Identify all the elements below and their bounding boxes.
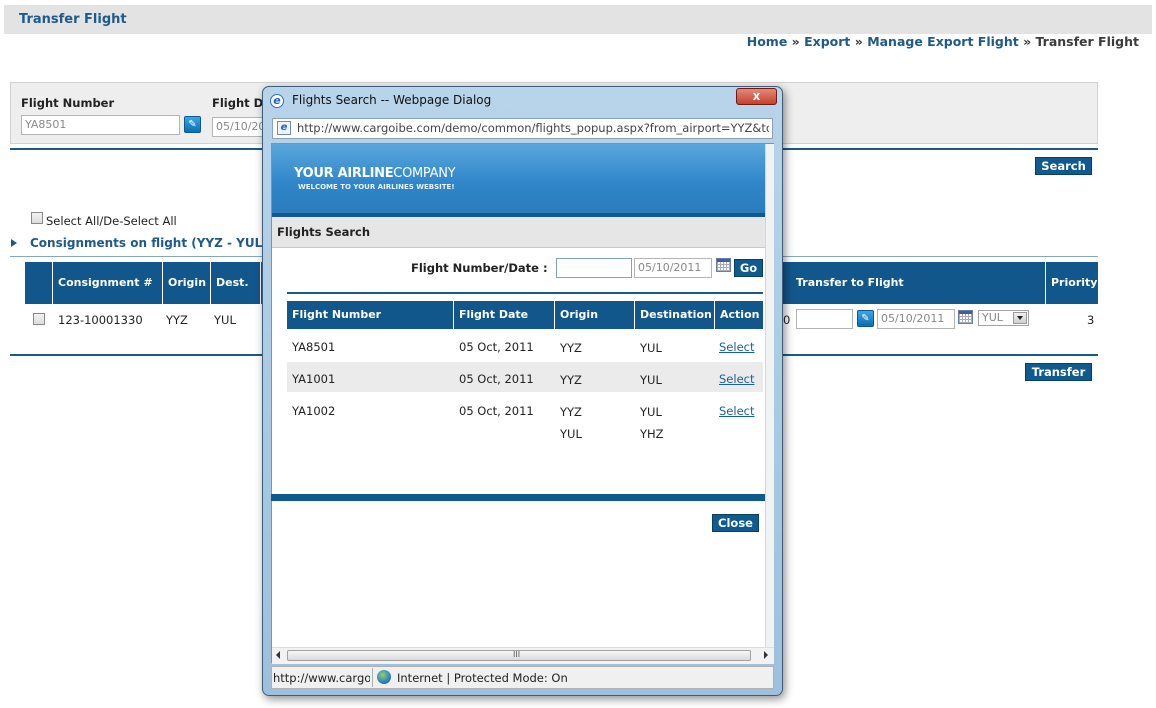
scroll-left-icon[interactable] <box>276 651 280 659</box>
scroll-right-icon[interactable] <box>764 651 768 659</box>
cell-origin: YYZ <box>560 373 582 387</box>
cell-origin: YYZ <box>560 341 582 355</box>
cell-destination: YUL <box>640 405 662 419</box>
close-button[interactable]: Close <box>712 514 759 532</box>
cell-destination: YUL <box>640 341 662 355</box>
flights-search-title: Flights Search <box>277 225 371 239</box>
table-row: YA1002 05 Oct, 2011 YYZ YUL YUL YHZ Sele… <box>287 394 763 446</box>
cell-dest: YUL <box>214 313 236 327</box>
header-transfer-to-flight: Transfer to Flight <box>791 262 1046 304</box>
cell-destination: YUL <box>640 373 662 387</box>
transfer-button[interactable]: Transfer <box>1025 363 1092 381</box>
go-button[interactable]: Go <box>734 259 763 277</box>
cell-flight: YA1001 <box>292 372 336 386</box>
page-title-bar <box>4 5 1152 34</box>
airline-name-thin: COMPANY <box>393 166 456 181</box>
breadcrumb: Home » Export » Manage Export Flight » T… <box>747 34 1139 49</box>
airline-name-bold: YOUR AIRLINE <box>294 166 394 181</box>
select-link[interactable]: Select <box>719 340 754 354</box>
breadcrumb-home-link[interactable]: Home <box>747 34 788 49</box>
cell-priority: 3 <box>1087 313 1095 327</box>
header-priority: Priority <box>1051 276 1098 289</box>
table-row: YA1001 05 Oct, 2011 YYZ YUL Select <box>287 362 763 392</box>
cell-date: 05 Oct, 2011 <box>459 372 534 386</box>
chevron-down-icon <box>1013 312 1027 324</box>
cell-flight: YA1002 <box>292 404 336 418</box>
breadcrumb-separator: » <box>791 34 800 49</box>
header-flight-date: Flight Date <box>454 301 555 329</box>
flight-date-label: Flight D <box>212 96 264 110</box>
breadcrumb-current: Transfer Flight <box>1035 34 1139 49</box>
select-all-label: Select All/De-Select All <box>46 214 177 228</box>
expand-arrow-icon[interactable] <box>11 239 17 247</box>
cell-date: 05 Oct, 2011 <box>459 340 534 354</box>
cell-flight: YA8501 <box>292 340 336 354</box>
flight-number-label: Flight Number <box>21 96 115 110</box>
cell-origin: YYZ <box>166 313 188 327</box>
flight-number-input[interactable]: YA8501 <box>21 115 180 135</box>
header-origin: Origin <box>555 301 635 329</box>
lookup-icon: ✎ <box>188 119 197 130</box>
transfer-flight-input[interactable] <box>796 309 853 329</box>
cell-origin: YYZ <box>560 405 582 419</box>
header-flight-number: Flight Number <box>287 301 454 329</box>
row-checkbox[interactable] <box>33 313 45 325</box>
calendar-icon[interactable] <box>958 310 973 324</box>
table-row: YA8501 05 Oct, 2011 YYZ YUL Select <box>287 331 763 361</box>
cell-origin-leg2: YUL <box>560 427 582 441</box>
flight-date-input[interactable]: 05/10/20 <box>212 117 264 137</box>
page-title: Transfer Flight <box>19 12 127 27</box>
dialog-date-input[interactable]: 05/10/2011 <box>634 258 712 278</box>
airline-logo: YOUR AIRLINECOMPANY <box>294 166 456 181</box>
dialog-close-x-button[interactable]: x <box>736 88 777 105</box>
header-destination: Destination <box>635 301 715 329</box>
calendar-icon[interactable] <box>716 258 731 272</box>
globe-icon <box>377 670 391 684</box>
header-dest: Dest. <box>211 262 261 304</box>
header-checkbox-col <box>25 262 53 304</box>
breadcrumb-separator: » <box>854 34 863 49</box>
header-action: Action <box>720 308 760 321</box>
cell-consignment: 123-10001330 <box>58 313 143 327</box>
transfer-date-input[interactable]: 05/10/2011 <box>877 309 955 329</box>
transfer-dest-select[interactable]: YUL <box>978 310 1029 326</box>
cell-destination-leg2: YHZ <box>640 427 664 441</box>
dialog-title: Flights Search -- Webpage Dialog <box>292 93 492 107</box>
breadcrumb-export-link[interactable]: Export <box>804 34 850 49</box>
section-title: Consignments on flight (YYZ - YUL) <box>30 236 268 250</box>
select-link[interactable]: Select <box>719 372 754 386</box>
select-all-checkbox[interactable] <box>31 212 43 224</box>
breadcrumb-separator: » <box>1023 34 1032 49</box>
transfer-dest-value: YUL <box>982 311 1003 324</box>
breadcrumb-manage-link[interactable]: Manage Export Flight <box>867 34 1019 49</box>
select-link[interactable]: Select <box>719 404 754 418</box>
status-url: http://www.cargoi <box>273 671 370 685</box>
transfer-lookup-button[interactable]: ✎ <box>857 310 874 327</box>
status-zone: Internet | Protected Mode: On <box>397 671 568 685</box>
header-consignment: Consignment # <box>53 262 163 304</box>
search-button[interactable]: Search <box>1035 157 1092 175</box>
vertical-scrollbar[interactable] <box>765 144 774 647</box>
cell-partial: 0 <box>783 313 791 327</box>
page-icon: e <box>277 121 291 135</box>
ie-icon: e <box>270 94 284 108</box>
close-icon: x <box>752 89 761 103</box>
status-divider <box>372 668 373 687</box>
flight-number-date-label: Flight Number/Date : <box>411 261 548 275</box>
scroll-grip-icon: III <box>513 650 521 659</box>
flight-lookup-button[interactable]: ✎ <box>184 116 201 133</box>
cell-date: 05 Oct, 2011 <box>459 404 534 418</box>
lookup-icon: ✎ <box>861 313 870 324</box>
dialog-bottom-rule <box>271 494 765 501</box>
airline-tagline: WELCOME TO YOUR AIRLINES WEBSITE! <box>298 183 455 191</box>
header-origin: Origin <box>163 262 211 304</box>
dialog-flight-input[interactable] <box>556 258 632 278</box>
dialog-divider <box>287 292 763 294</box>
address-url: http://www.cargoibe.com/demo/common/flig… <box>297 121 769 135</box>
flights-table-header: Flight Number Flight Date Origin Destina… <box>287 301 763 329</box>
